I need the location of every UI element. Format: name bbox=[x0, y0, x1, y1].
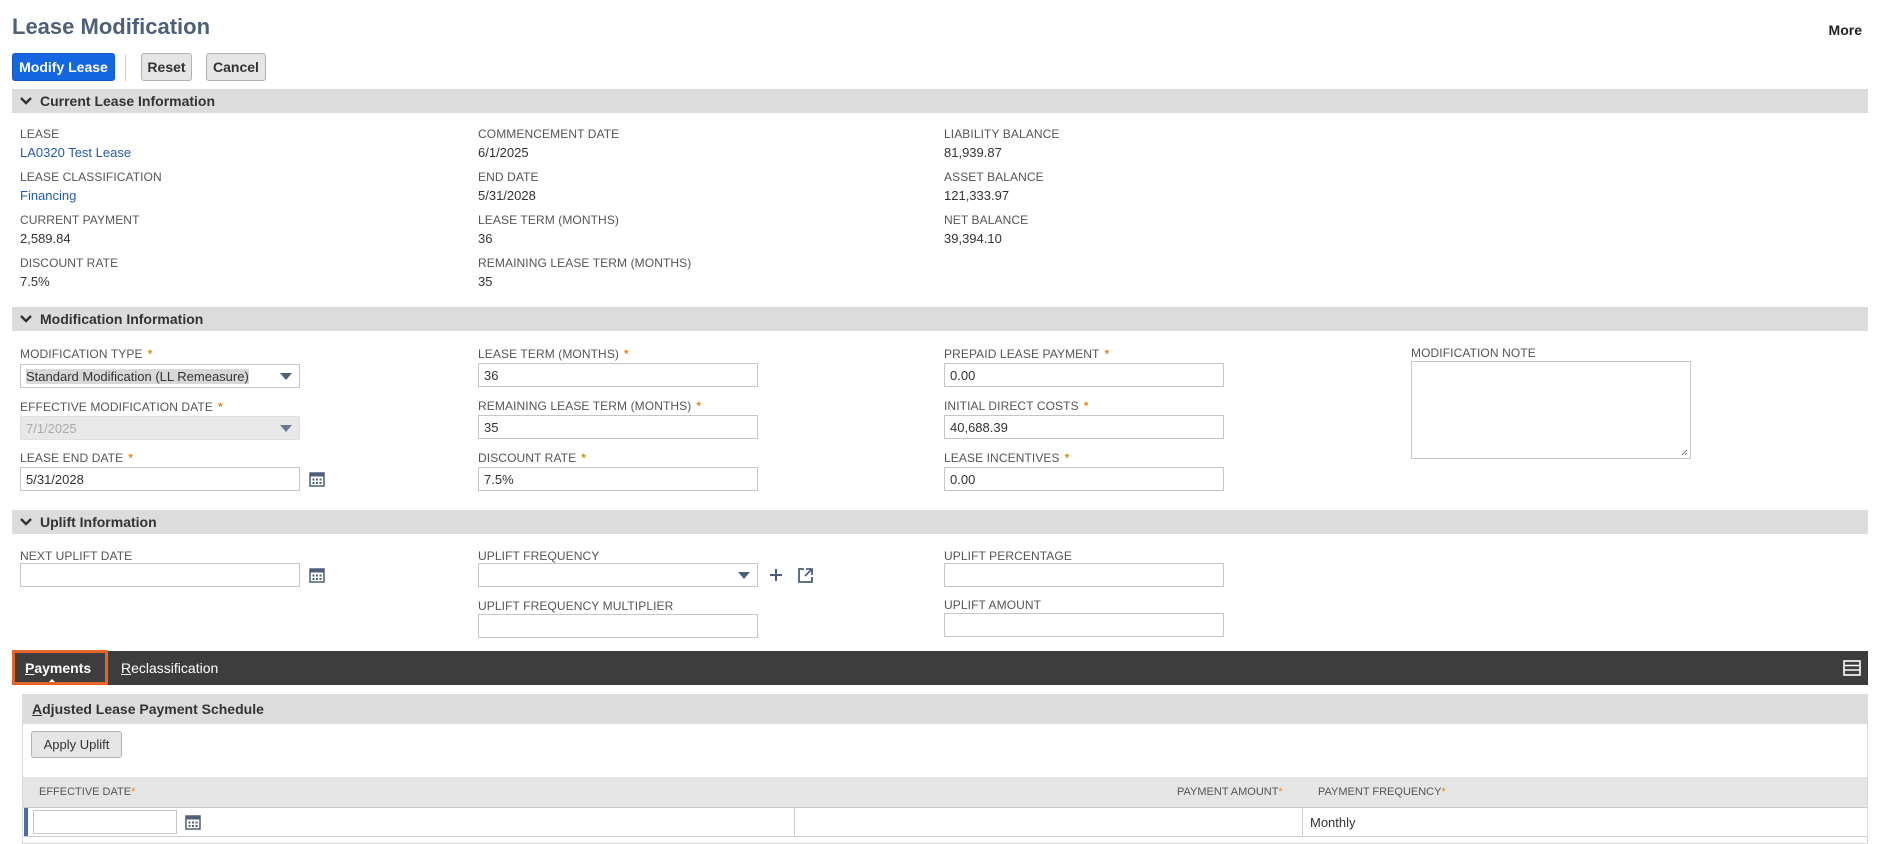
classification-label: LEASE CLASSIFICATION bbox=[20, 170, 162, 184]
open-external-icon[interactable] bbox=[797, 567, 814, 584]
chevron-down-icon bbox=[12, 518, 40, 526]
add-icon[interactable] bbox=[769, 568, 783, 582]
discount-rate-input[interactable]: 7.5% bbox=[478, 467, 758, 491]
section-current-lease[interactable]: Current Lease Information bbox=[12, 89, 1868, 113]
effective-date-cell-input[interactable] bbox=[33, 810, 177, 834]
subtab-bar: Payments Reclassification bbox=[12, 651, 1868, 685]
chevron-down-icon bbox=[12, 97, 40, 105]
apply-uplift-button[interactable]: Apply Uplift bbox=[31, 731, 122, 758]
next-uplift-date-input[interactable] bbox=[20, 563, 300, 587]
row-active-marker bbox=[24, 808, 28, 836]
asset-label: ASSET BALANCE bbox=[944, 170, 1044, 184]
section-title: Uplift Information bbox=[40, 514, 157, 530]
required-marker: * bbox=[1104, 347, 1110, 361]
cancel-button[interactable]: Cancel bbox=[206, 53, 266, 81]
uplift-percentage-label: UPLIFT PERCENTAGE bbox=[944, 549, 1072, 563]
incentives-label: LEASE INCENTIVES * bbox=[944, 451, 1070, 465]
prepaid-payment-input[interactable]: 0.00 bbox=[944, 363, 1224, 387]
idc-label: INITIAL DIRECT COSTS * bbox=[944, 399, 1089, 413]
section-modification[interactable]: Modification Information bbox=[12, 307, 1868, 331]
prepaid-label: PREPAID LEASE PAYMENT * bbox=[944, 347, 1110, 361]
mod-remaining-label: REMAINING LEASE TERM (MONTHS) * bbox=[478, 399, 702, 413]
tab-focus-highlight bbox=[12, 650, 108, 685]
classification-link[interactable]: Financing bbox=[20, 188, 76, 203]
resize-handle-icon[interactable] bbox=[1681, 449, 1688, 456]
page-title: Lease Modification bbox=[12, 14, 211, 39]
calendar-icon[interactable] bbox=[309, 471, 325, 487]
commencement-label: COMMENCEMENT DATE bbox=[478, 127, 620, 141]
modification-type-select[interactable]: Standard Modification (LL Remeasure) bbox=[20, 364, 300, 388]
net-balance-label: NET BALANCE bbox=[944, 213, 1029, 227]
uplift-amount-input[interactable] bbox=[944, 613, 1224, 637]
net-balance-value: 39,394.10 bbox=[944, 231, 1002, 246]
col-payment-amount: PAYMENT AMOUNT* bbox=[1177, 786, 1283, 798]
current-payment-label: CURRENT PAYMENT bbox=[20, 213, 140, 227]
effective-date-label: EFFECTIVE MODIFICATION DATE * bbox=[20, 400, 223, 414]
uplift-frequency-select[interactable] bbox=[478, 563, 758, 587]
discount-rate-label: DISCOUNT RATE bbox=[20, 256, 119, 270]
lease-term-value: 36 bbox=[478, 231, 493, 246]
commencement-value: 6/1/2025 bbox=[478, 145, 529, 160]
lease-label: LEASE bbox=[20, 127, 60, 141]
lease-end-date-label: LEASE END DATE * bbox=[20, 451, 133, 465]
col-payment-frequency: PAYMENT FREQUENCY* bbox=[1318, 786, 1446, 798]
end-date-value: 5/31/2028 bbox=[478, 188, 536, 203]
liability-label: LIABILITY BALANCE bbox=[944, 127, 1060, 141]
chevron-down-icon bbox=[12, 315, 40, 323]
cell-divider bbox=[1302, 808, 1303, 836]
toolbar-divider bbox=[125, 55, 126, 81]
required-marker: * bbox=[581, 451, 586, 465]
lease-end-date-input[interactable]: 5/31/2028 bbox=[20, 467, 300, 491]
lease-term-input[interactable]: 36 bbox=[478, 363, 758, 387]
modify-lease-button[interactable]: Modify Lease bbox=[12, 53, 115, 81]
col-effective-date: EFFECTIVE DATE* bbox=[39, 786, 136, 798]
mod-term-label: LEASE TERM (MONTHS) * bbox=[478, 347, 629, 361]
cell-divider bbox=[794, 808, 795, 836]
uplift-frequency-label: UPLIFT FREQUENCY bbox=[478, 549, 600, 563]
asset-value: 121,333.97 bbox=[944, 188, 1010, 203]
lease-incentives-input[interactable]: 0.00 bbox=[944, 467, 1224, 491]
required-marker: * bbox=[217, 400, 223, 414]
mod-discount-label: DISCOUNT RATE * bbox=[478, 451, 586, 465]
initial-direct-costs-input[interactable]: 40,688.39 bbox=[944, 415, 1224, 439]
calendar-icon[interactable] bbox=[309, 567, 325, 583]
modification-note-label: MODIFICATION NOTE bbox=[1411, 346, 1536, 360]
uplift-multiplier-input[interactable] bbox=[478, 614, 758, 638]
payment-schedule-title: Adjusted Lease Payment Schedule bbox=[32, 701, 264, 717]
required-marker: * bbox=[696, 399, 702, 413]
discount-rate-value: 7.5% bbox=[20, 274, 50, 289]
section-title: Current Lease Information bbox=[40, 93, 216, 109]
modification-type-label: MODIFICATION TYPE * bbox=[20, 347, 153, 361]
grid-header bbox=[23, 777, 1867, 807]
lease-link[interactable]: LA0320 Test Lease bbox=[20, 145, 131, 160]
uplift-percentage-input[interactable] bbox=[944, 563, 1224, 587]
next-uplift-date-label: NEXT UPLIFT DATE bbox=[20, 549, 133, 563]
payment-schedule-header: Adjusted Lease Payment Schedule bbox=[22, 694, 1868, 724]
tab-reclassification[interactable]: Reclassification bbox=[121, 651, 218, 685]
required-marker: * bbox=[128, 451, 133, 465]
remaining-term-label: REMAINING LEASE TERM (MONTHS) bbox=[478, 256, 692, 270]
section-uplift[interactable]: Uplift Information bbox=[12, 510, 1868, 534]
more-menu[interactable]: More bbox=[1829, 22, 1862, 38]
required-marker: * bbox=[624, 347, 629, 361]
menu-icon[interactable] bbox=[1843, 660, 1861, 676]
required-marker: * bbox=[1064, 451, 1070, 465]
remaining-term-value: 35 bbox=[478, 274, 493, 289]
uplift-amount-label: UPLIFT AMOUNT bbox=[944, 598, 1042, 612]
required-marker: * bbox=[147, 347, 153, 361]
end-date-label: END DATE bbox=[478, 170, 539, 184]
payment-frequency-cell[interactable]: Monthly bbox=[1310, 815, 1356, 830]
current-payment-value: 2,589.84 bbox=[20, 231, 71, 246]
lease-term-label: LEASE TERM (MONTHS) bbox=[478, 213, 620, 227]
liability-value: 81,939.87 bbox=[944, 145, 1002, 160]
required-marker: * bbox=[1083, 399, 1089, 413]
effective-date-select: 7/1/2025 bbox=[20, 416, 300, 440]
table-row[interactable] bbox=[23, 807, 1867, 837]
reset-button[interactable]: Reset bbox=[141, 53, 192, 81]
uplift-multiplier-label: UPLIFT FREQUENCY MULTIPLIER bbox=[478, 599, 674, 613]
modification-note-textarea[interactable] bbox=[1411, 361, 1691, 459]
section-title: Modification Information bbox=[40, 311, 204, 327]
calendar-icon[interactable] bbox=[185, 814, 201, 830]
remaining-term-input[interactable]: 35 bbox=[478, 415, 758, 439]
